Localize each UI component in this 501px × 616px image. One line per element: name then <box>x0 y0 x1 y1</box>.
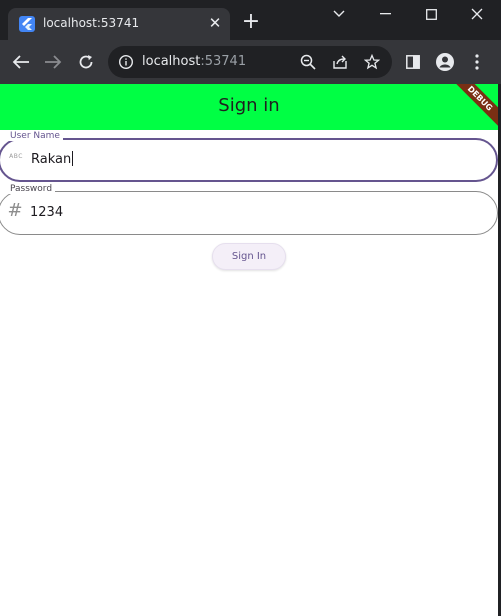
share-icon[interactable] <box>330 52 350 72</box>
password-field[interactable]: Password # 1234 <box>0 184 498 235</box>
username-value: Rakan <box>31 152 72 167</box>
browser-tab[interactable]: localhost:53741 ✕ <box>8 8 230 40</box>
side-panel-icon[interactable] <box>401 50 425 74</box>
profile-icon[interactable] <box>433 50 457 74</box>
browser-tab-bar: localhost:53741 ✕ + <box>0 0 501 40</box>
forward-icon[interactable] <box>41 50 65 74</box>
username-label: User Name <box>7 131 63 141</box>
star-icon[interactable] <box>362 52 382 72</box>
username-field[interactable]: User Name ABC Rakan <box>0 131 498 182</box>
back-icon[interactable] <box>9 50 33 74</box>
password-label: Password <box>7 184 56 194</box>
address-bar[interactable]: localhost:53741 <box>108 46 392 78</box>
url-port: :53741 <box>200 54 247 69</box>
maximize-icon[interactable] <box>408 0 454 28</box>
reload-icon[interactable] <box>74 50 98 74</box>
browser-toolbar: localhost:53741 <box>0 40 501 84</box>
url-text: localhost:53741 <box>142 54 246 69</box>
tab-search-icon[interactable] <box>316 0 362 28</box>
new-tab-button[interactable]: + <box>241 11 261 33</box>
hash-icon: # <box>7 200 23 221</box>
info-icon[interactable] <box>118 54 134 70</box>
password-input[interactable]: 1234 <box>30 205 63 220</box>
sign-in-button[interactable]: Sign In <box>212 243 286 270</box>
page-title: Sign in <box>218 95 280 116</box>
tab-title: localhost:53741 <box>43 16 140 30</box>
menu-icon[interactable] <box>465 50 489 74</box>
tab-close-icon[interactable]: ✕ <box>206 14 224 32</box>
close-icon[interactable] <box>454 0 500 28</box>
username-input[interactable]: Rakan <box>31 151 74 167</box>
abc-icon: ABC <box>9 153 23 160</box>
url-host: localhost <box>142 54 201 69</box>
zoom-out-icon[interactable] <box>298 52 318 72</box>
text-caret <box>72 151 74 166</box>
minimize-icon[interactable] <box>362 0 408 28</box>
app-bar: Sign in DEBUG <box>0 84 498 130</box>
flutter-icon <box>19 16 35 32</box>
